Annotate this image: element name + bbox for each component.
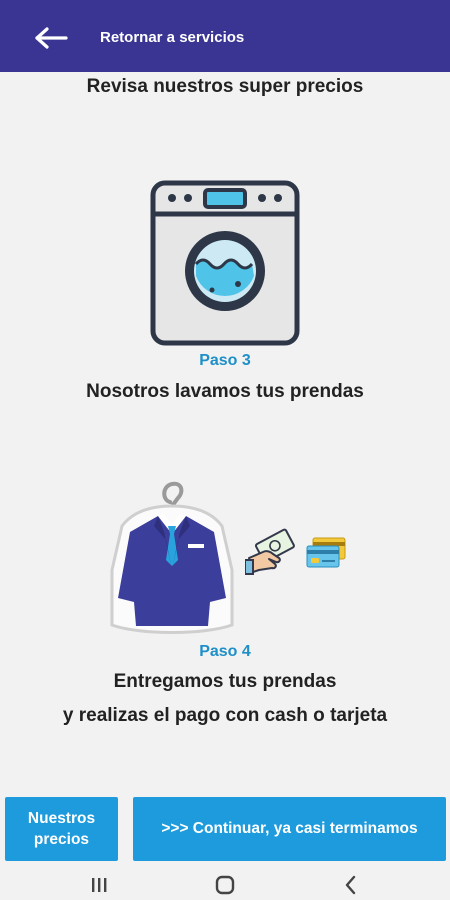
our-prices-button[interactable]: Nuestros precios [5, 797, 118, 861]
suit-on-hanger-icon [110, 481, 234, 634]
home-button[interactable] [210, 874, 240, 896]
system-navigation-bar [0, 870, 450, 900]
step-4-text-line1: Entregamos tus prendas [113, 671, 337, 692]
intro-heading: Revisa nuestros super precios [86, 76, 364, 97]
arrow-left-icon [35, 27, 68, 49]
top-app-bar: Retornar a servicios [0, 0, 450, 72]
back-button[interactable] [28, 20, 74, 56]
back-to-services-label[interactable]: Retornar a servicios [100, 29, 244, 46]
nav-back-button[interactable] [336, 874, 366, 896]
recents-button[interactable] [84, 874, 114, 896]
credit-card-icon [306, 537, 346, 568]
nav-back-icon [345, 875, 356, 895]
step-4-text-line2: y realizas el pago con cash o tarjeta [62, 705, 388, 726]
step-4-label: Paso 4 [199, 643, 251, 660]
hand-with-cash-icon [245, 528, 295, 575]
washing-machine-icon [150, 180, 300, 346]
recents-icon [92, 878, 107, 892]
step-3-text: Nosotros lavamos tus prendas [86, 381, 364, 402]
step-3-label: Paso 3 [199, 352, 251, 369]
our-prices-label-line2: precios [33, 831, 90, 848]
continue-button[interactable]: >>> Continuar, ya casi terminamos [133, 797, 446, 861]
home-icon [215, 875, 235, 895]
our-prices-label-line1: Nuestros [27, 810, 96, 827]
